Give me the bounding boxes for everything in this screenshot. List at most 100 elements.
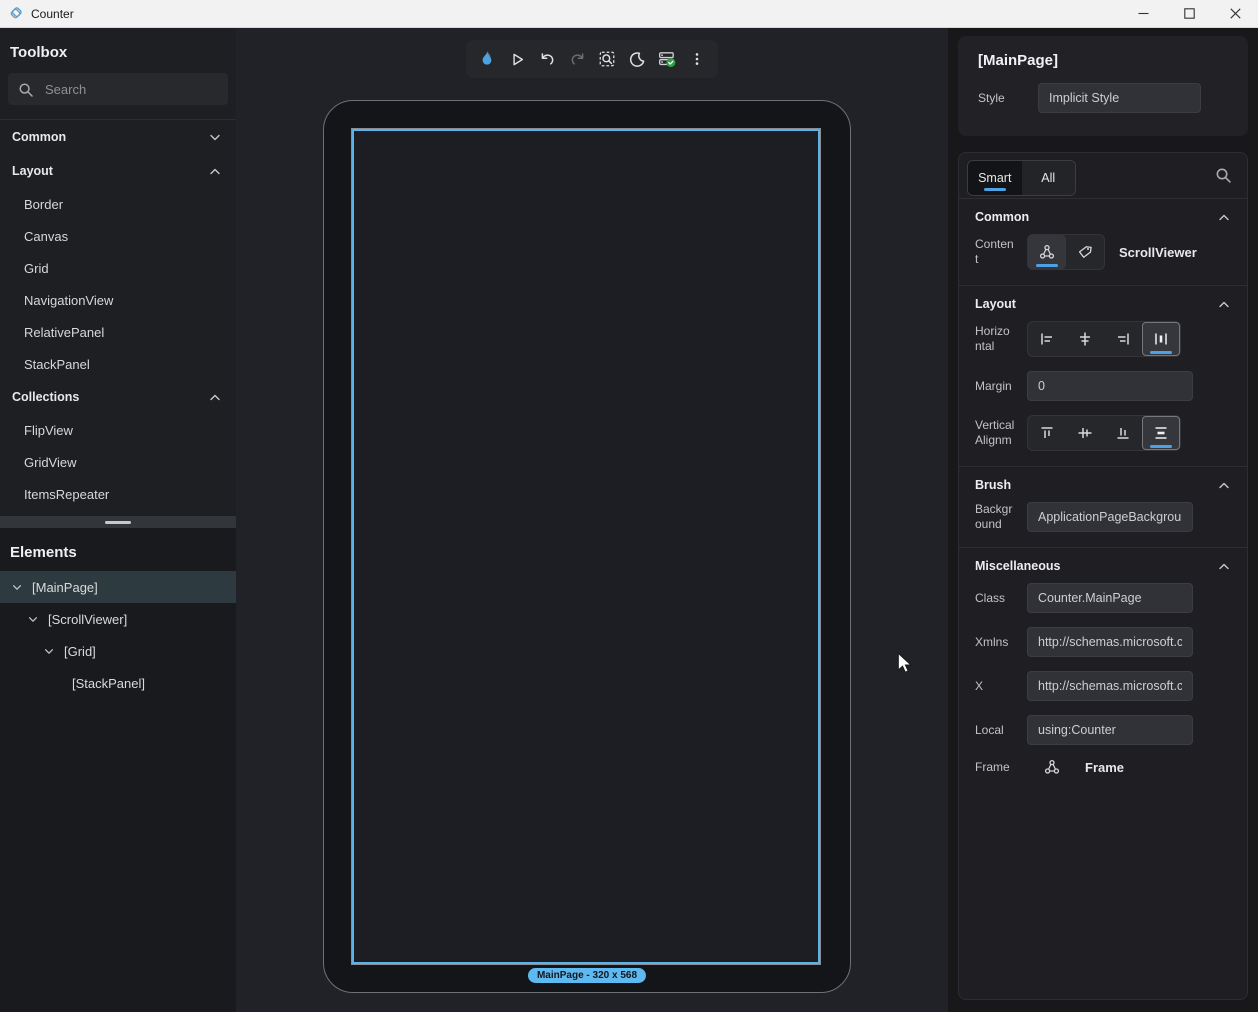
hot-reload-icon[interactable] bbox=[472, 44, 502, 74]
frame-label: Frame bbox=[975, 760, 1027, 775]
toolbox-section-common[interactable]: Common bbox=[0, 120, 236, 154]
toolbox-item-flipview[interactable]: FlipView bbox=[0, 414, 236, 446]
local-label: Local bbox=[975, 723, 1027, 738]
x-input[interactable] bbox=[1027, 671, 1193, 701]
content-value[interactable]: ScrollViewer bbox=[1119, 245, 1197, 260]
content-label: Conten t bbox=[975, 237, 1027, 267]
stretch-vertical-button[interactable] bbox=[1142, 416, 1180, 450]
toolbox-search-input[interactable] bbox=[45, 82, 221, 97]
tab-all[interactable]: All bbox=[1022, 161, 1076, 195]
minimize-button[interactable] bbox=[1120, 0, 1166, 27]
theme-toggle-icon[interactable] bbox=[622, 44, 652, 74]
close-button[interactable] bbox=[1212, 0, 1258, 27]
active-mode-underline bbox=[1036, 264, 1058, 267]
horizontal-alignment-group bbox=[1027, 321, 1181, 357]
connection-status-icon[interactable] bbox=[652, 44, 682, 74]
chevron-down-icon[interactable] bbox=[10, 581, 24, 593]
tree-item-mainpage[interactable]: [MainPage] bbox=[0, 571, 236, 603]
local-input[interactable] bbox=[1027, 715, 1193, 745]
mainpage-design-surface[interactable] bbox=[352, 129, 820, 964]
canvas-toolbar bbox=[466, 40, 718, 78]
class-label: Class bbox=[975, 591, 1027, 606]
property-search-icon[interactable] bbox=[1215, 167, 1231, 183]
selection-badge: MainPage - 320 x 568 bbox=[528, 968, 646, 983]
more-options-icon[interactable] bbox=[682, 44, 712, 74]
active-alignment-underline bbox=[1150, 351, 1172, 354]
tree-item-stackpanel[interactable]: [StackPanel] bbox=[0, 667, 236, 699]
style-label: Style bbox=[978, 91, 1038, 106]
toolbox-search[interactable] bbox=[8, 73, 228, 105]
content-tag-mode-button[interactable] bbox=[1066, 235, 1104, 269]
x-row: X bbox=[959, 664, 1247, 708]
content-element-mode-button[interactable] bbox=[1028, 235, 1066, 269]
zoom-selection-icon[interactable] bbox=[592, 44, 622, 74]
background-input[interactable] bbox=[1027, 502, 1193, 532]
inspector-properties-card: Smart All Common Conten t ScrollViewer bbox=[958, 152, 1248, 1000]
element-reference-icon bbox=[1033, 759, 1071, 775]
toolbox-item-stackpanel[interactable]: StackPanel bbox=[0, 348, 236, 380]
background-row: Backgr ound bbox=[959, 495, 1247, 539]
background-label: Backgr ound bbox=[975, 502, 1027, 532]
tree-item-scrollviewer[interactable]: [ScrollViewer] bbox=[0, 603, 236, 635]
splitter-grip-icon bbox=[105, 521, 131, 524]
align-center-vertical-button[interactable] bbox=[1066, 416, 1104, 450]
class-row: Class bbox=[959, 576, 1247, 620]
device-frame bbox=[323, 100, 851, 993]
undo-icon[interactable] bbox=[532, 44, 562, 74]
vertical-alignment-group bbox=[1027, 415, 1181, 451]
chevron-down-icon[interactable] bbox=[42, 645, 56, 657]
align-top-button[interactable] bbox=[1028, 416, 1066, 450]
chevron-down-icon[interactable] bbox=[26, 613, 40, 625]
section-common[interactable]: Common bbox=[959, 199, 1247, 227]
mouse-cursor bbox=[895, 652, 915, 674]
content-mode-group bbox=[1027, 234, 1105, 270]
align-center-horizontal-button[interactable] bbox=[1066, 322, 1104, 356]
align-right-button[interactable] bbox=[1104, 322, 1142, 356]
panel-splitter[interactable] bbox=[0, 516, 236, 528]
tab-smart[interactable]: Smart bbox=[968, 161, 1022, 195]
align-left-button[interactable] bbox=[1028, 322, 1066, 356]
design-canvas[interactable]: MainPage - 320 x 568 bbox=[236, 28, 948, 1012]
elements-title: Elements bbox=[0, 528, 236, 571]
toolbox-item-navigationview[interactable]: NavigationView bbox=[0, 284, 236, 316]
toolbox-item-grid[interactable]: Grid bbox=[0, 252, 236, 284]
toolbox-item-canvas[interactable]: Canvas bbox=[0, 220, 236, 252]
property-inspector: [MainPage] Style Smart All Common Conten… bbox=[948, 28, 1258, 1012]
active-tab-underline bbox=[984, 188, 1006, 191]
chevron-up-icon bbox=[1217, 210, 1231, 224]
section-brush[interactable]: Brush bbox=[959, 467, 1247, 495]
stretch-horizontal-button[interactable] bbox=[1142, 322, 1180, 356]
toolbox-section-collections[interactable]: Collections bbox=[0, 380, 236, 414]
tree-item-grid[interactable]: [Grid] bbox=[0, 635, 236, 667]
toolbox-section-layout[interactable]: Layout bbox=[0, 154, 236, 188]
chevron-up-icon bbox=[1217, 559, 1231, 573]
section-miscellaneous[interactable]: Miscellaneous bbox=[959, 548, 1247, 576]
inspector-tabs: Smart All bbox=[959, 153, 1247, 198]
search-icon bbox=[18, 82, 33, 97]
chevron-up-icon bbox=[1217, 478, 1231, 492]
toolbox-item-itemsrepeater[interactable]: ItemsRepeater bbox=[0, 478, 236, 510]
toolbox-title: Toolbox bbox=[0, 28, 236, 71]
app-logo-icon bbox=[8, 6, 23, 21]
align-bottom-button[interactable] bbox=[1104, 416, 1142, 450]
class-input[interactable] bbox=[1027, 583, 1193, 613]
margin-label: Margin bbox=[975, 379, 1027, 394]
x-label: X bbox=[975, 679, 1027, 694]
section-layout[interactable]: Layout bbox=[959, 286, 1247, 314]
window-controls bbox=[1120, 0, 1258, 27]
play-icon[interactable] bbox=[502, 44, 532, 74]
chevron-down-icon bbox=[208, 130, 222, 144]
xmlns-input[interactable] bbox=[1027, 627, 1193, 657]
margin-input[interactable] bbox=[1027, 371, 1193, 401]
frame-value[interactable]: Frame bbox=[1085, 760, 1124, 775]
content-property-row: Conten t ScrollViewer bbox=[959, 227, 1247, 277]
redo-icon[interactable] bbox=[562, 44, 592, 74]
style-input[interactable] bbox=[1038, 83, 1201, 113]
toolbox-item-relativepanel[interactable]: RelativePanel bbox=[0, 316, 236, 348]
vertical-alignment-label: Vertical Alignm bbox=[975, 418, 1027, 448]
vertical-alignment-row: Vertical Alignm bbox=[959, 408, 1247, 458]
toolbox-item-gridview[interactable]: GridView bbox=[0, 446, 236, 478]
maximize-button[interactable] bbox=[1166, 0, 1212, 27]
active-alignment-underline bbox=[1150, 445, 1172, 448]
toolbox-item-border[interactable]: Border bbox=[0, 188, 236, 220]
